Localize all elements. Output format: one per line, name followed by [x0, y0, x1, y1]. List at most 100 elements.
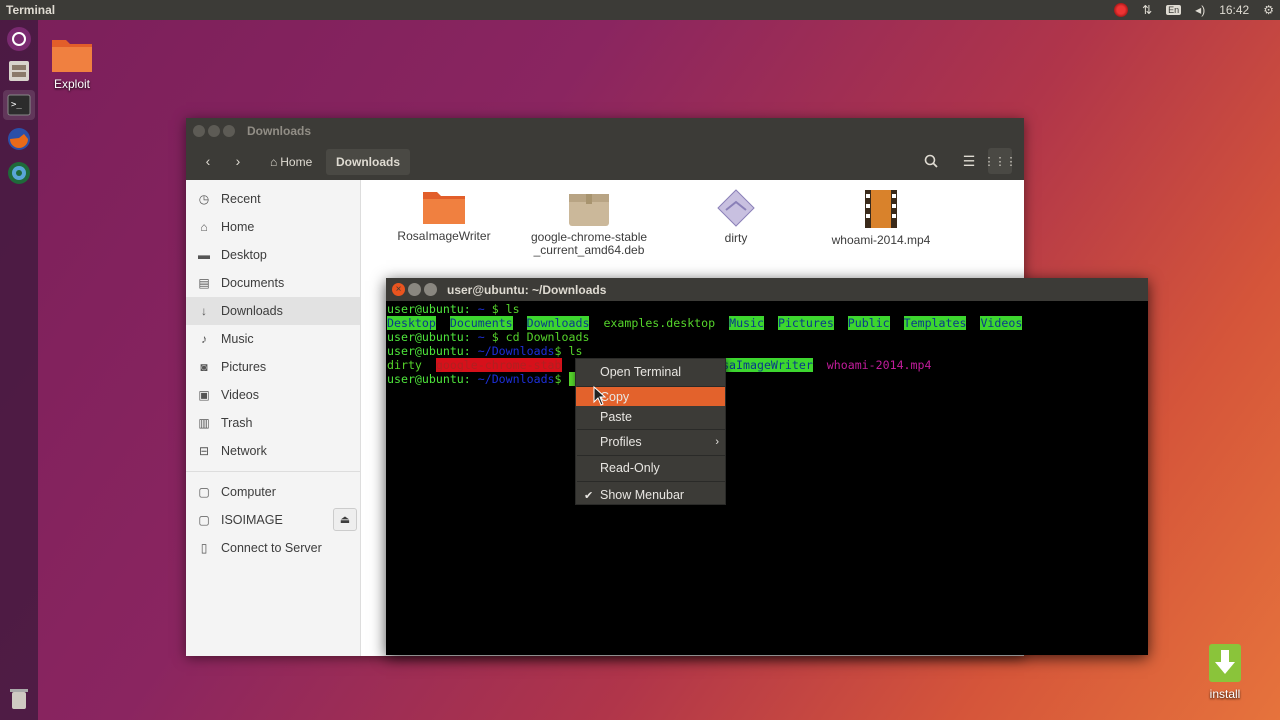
network-icon[interactable]: ⇅: [1142, 3, 1152, 17]
svg-text:>_: >_: [11, 100, 22, 110]
menu-item-paste[interactable]: Paste: [576, 406, 725, 428]
ls-entry: Templates: [903, 316, 967, 330]
files-window-title: Downloads: [247, 124, 312, 138]
sidebar-item-downloads[interactable]: ↓ Downloads: [186, 297, 360, 325]
sidebar-item-label: Recent: [221, 192, 261, 206]
file-item-label: dirty: [724, 231, 748, 245]
sidebar-item-pictures[interactable]: ◙ Pictures: [186, 353, 360, 381]
grid-view-button[interactable]: ⋮⋮⋮: [984, 148, 1017, 174]
clock[interactable]: 16:42: [1219, 3, 1249, 17]
prompt-user: user@ubuntu:: [387, 330, 471, 344]
ls-entry: Music: [729, 316, 764, 330]
ls-entry: whoami-2014.mp4: [826, 358, 932, 372]
folder-icon: [423, 192, 465, 224]
sidebar-item-label: Downloads: [221, 304, 283, 318]
file-item-rosaimagewriter[interactable]: RosaImageWriter: [384, 188, 504, 243]
volume-icon[interactable]: ◂): [1195, 3, 1205, 17]
files-close-button[interactable]: [193, 125, 205, 137]
mouse-pointer-icon: [593, 386, 607, 406]
breadcrumb-downloads-label: Downloads: [336, 155, 401, 169]
server-icon: ▯: [200, 541, 208, 555]
breadcrumb-home[interactable]: ⌂ Home: [266, 149, 316, 175]
forward-button[interactable]: ›: [228, 150, 248, 172]
ls-entry: Documents: [449, 316, 513, 330]
sidebar-item-connect-to-server[interactable]: ▯ Connect to Server: [186, 534, 360, 562]
breadcrumb-downloads[interactable]: Downloads: [326, 149, 411, 175]
trash-icon: [10, 689, 28, 709]
sidebar-item-network[interactable]: ⊟ Network: [186, 437, 360, 465]
launcher-globe-app-button[interactable]: [3, 158, 35, 188]
download-arrow-icon: ↓: [201, 304, 207, 318]
eject-button[interactable]: ⏏: [333, 508, 357, 531]
download-install-icon: [1209, 644, 1241, 682]
dash-home-button[interactable]: [3, 24, 35, 54]
sidebar-item-desktop[interactable]: ▬ Desktop: [186, 241, 360, 269]
command-text: $ ls: [554, 344, 583, 358]
prompt-path: ~/Downloads: [470, 344, 555, 358]
search-button[interactable]: [920, 150, 942, 172]
prompt-user: user@ubuntu:: [387, 302, 471, 316]
back-button[interactable]: ‹: [198, 150, 218, 172]
settings-gear-icon[interactable]: ⚙: [1263, 3, 1274, 17]
menu-item-open-terminal[interactable]: Open Terminal: [576, 361, 725, 383]
record-indicator-icon[interactable]: [1114, 3, 1129, 17]
terminal-context-menu: Open Terminal Copy Paste Profiles › Read-…: [575, 358, 726, 505]
launcher-trash-button[interactable]: [3, 684, 35, 714]
launcher-files-button[interactable]: [3, 56, 35, 86]
sidebar-item-computer[interactable]: ▢ Computer: [186, 478, 360, 506]
desktop-install-item[interactable]: install: [1196, 642, 1254, 701]
ls-entry: Pictures: [777, 316, 834, 330]
menu-separator: [577, 455, 725, 456]
menu-item-read-only[interactable]: Read-Only: [576, 457, 725, 479]
sidebar-item-home[interactable]: ⌂ Home: [186, 213, 360, 241]
terminal-title: user@ubuntu: ~/Downloads: [447, 283, 607, 297]
menu-item-profiles[interactable]: Profiles ›: [576, 431, 725, 453]
ls-entry: Downloads: [526, 316, 590, 330]
file-item-dirty[interactable]: dirty: [676, 188, 796, 245]
ls-entry: Videos: [980, 316, 1023, 330]
file-item-whoami-mp4[interactable]: whoami-2014.mp4: [821, 188, 941, 247]
home-icon: ⌂: [270, 155, 278, 169]
terminal-maximize-button[interactable]: [424, 283, 437, 296]
list-view-button[interactable]: ☰: [958, 150, 980, 172]
launcher-terminal-button[interactable]: >_: [3, 90, 35, 120]
places-sidebar: ◷ Recent ⌂ Home ▬ Desktop ▤ Documents ↓ Downl…: [186, 180, 361, 656]
menu-item-label: Open Terminal: [600, 365, 682, 379]
menu-item-show-menubar[interactable]: ✔ Show Menubar: [576, 484, 725, 506]
sidebar-item-label: Connect to Server: [221, 541, 322, 555]
terminal-title-bar: × user@ubuntu: ~/Downloads: [386, 278, 1148, 301]
desktop-exploit-folder[interactable]: Exploit: [42, 34, 102, 91]
chevron-right-icon: ›: [715, 436, 719, 448]
terminal-icon: >_: [7, 94, 31, 116]
menu-separator: [577, 481, 725, 482]
menu-item-label: Show Menubar: [600, 488, 685, 502]
terminal-window[interactable]: × user@ubuntu: ~/Downloads user@ubuntu: …: [386, 278, 1148, 655]
keyboard-layout[interactable]: En: [1166, 5, 1182, 15]
sidebar-item-label: Desktop: [221, 248, 267, 262]
chevron-left-icon: ‹: [205, 153, 211, 169]
desktop-install-label: install: [1209, 687, 1241, 701]
command-text: $ cd Downloads: [491, 330, 590, 344]
ls-entry: dirty: [387, 358, 422, 372]
sidebar-item-label: Documents: [221, 276, 285, 290]
terminal-line-2: Desktop Documents Downloads examples.des…: [387, 316, 1023, 330]
sidebar-item-recent[interactable]: ◷ Recent: [186, 185, 360, 213]
camera-icon: ◙: [200, 360, 208, 374]
files-minimize-button[interactable]: [208, 125, 220, 137]
music-note-icon: ♪: [201, 332, 207, 346]
eject-icon: ⏏: [339, 514, 351, 526]
file-item-chrome-deb[interactable]: google-chrome-stable_current_amd64.deb: [529, 188, 649, 257]
sidebar-item-trash[interactable]: ▥ Trash: [186, 409, 360, 437]
sidebar-item-isoimage[interactable]: ▢ ISOIMAGE ⏏: [186, 506, 360, 534]
breadcrumb-home-label: Home: [280, 155, 313, 169]
checkmark-icon: ✔: [584, 489, 594, 502]
terminal-close-button[interactable]: ×: [392, 283, 405, 296]
sidebar-item-music[interactable]: ♪ Music: [186, 325, 360, 353]
terminal-minimize-button[interactable]: [408, 283, 421, 296]
prompt-path: ~: [470, 330, 485, 344]
terminal-line-1: user@ubuntu: ~ $ ls: [387, 302, 520, 316]
sidebar-item-videos[interactable]: ▣ Videos: [186, 381, 360, 409]
files-maximize-button[interactable]: [223, 125, 235, 137]
launcher-firefox-button[interactable]: [3, 124, 35, 154]
sidebar-item-documents[interactable]: ▤ Documents: [186, 269, 360, 297]
